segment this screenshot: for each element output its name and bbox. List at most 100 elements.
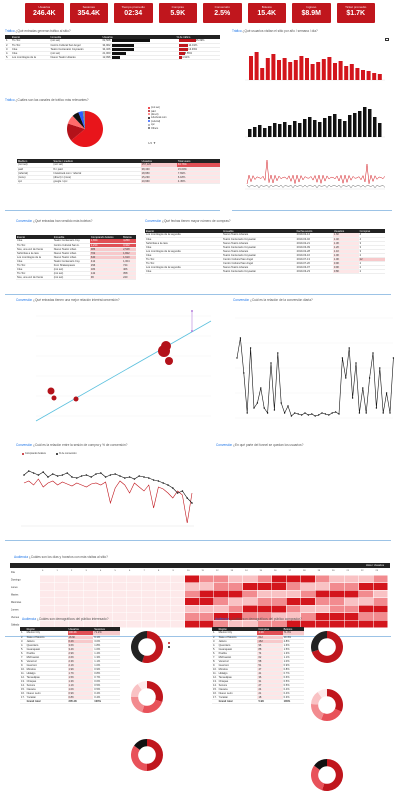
- heatmap-cell: [315, 583, 330, 590]
- scatter-point: [47, 387, 55, 395]
- heatmap-hour-label: 15: [260, 570, 263, 572]
- table-row[interactable]: Grand total 205.4K 100%: [20, 699, 120, 704]
- section-category: Tráfico: [5, 98, 15, 102]
- data-point: [37, 474, 40, 476]
- section-title: Conversión ¿Qué entradas han vendido más…: [16, 219, 92, 223]
- kpi-label: Ticket promedio: [345, 5, 367, 9]
- kpi-label: Usuarios: [38, 5, 51, 9]
- table-row[interactable]: Clue Teatro Centenario Coyoacán 2019-03-23…: [145, 269, 385, 274]
- heatmap-hour-label: 8: [158, 570, 160, 572]
- table-row[interactable]: Grand total 5.9K 100%: [212, 699, 304, 704]
- heatmap-hour-label: 20: [332, 570, 335, 572]
- data-point: [138, 475, 140, 477]
- heatmap-cell: [69, 590, 83, 598]
- heatmap-cell: [98, 575, 112, 583]
- table-cell: google / cpc: [52, 179, 141, 184]
- heatmap-cell: [301, 590, 315, 598]
- heatmap-hour-label: 0: [42, 570, 44, 572]
- users-bar: [112, 39, 151, 42]
- divider: [232, 210, 392, 211]
- heatmap-cell: [127, 575, 141, 583]
- heatmap-cell: [141, 605, 156, 613]
- data-point: [324, 413, 327, 415]
- table-row[interactable]: Nos, una vez de frente (not set) 96 240: [16, 275, 136, 280]
- expand-icon[interactable]: [385, 38, 389, 41]
- kpi-label: Conversión: [214, 5, 230, 9]
- table-row[interactable]: cpc google / cpc 10,960 4.45%: [17, 179, 220, 184]
- data-point: [114, 473, 116, 475]
- heatmap-cell: [286, 583, 301, 590]
- data-point: [304, 412, 306, 414]
- heatmap-cell: [141, 583, 156, 590]
- table-cell: 2: [358, 269, 385, 274]
- table-cell: 10.: [212, 667, 218, 672]
- table-row[interactable]: 5. Los monólogos de la Nuevo Teatro Libané…: [5, 55, 220, 61]
- heatmap-day-label: Miércoles: [11, 601, 22, 604]
- legend-swatch: [148, 127, 150, 130]
- section-question: ¿Cuáles son las canales de tráfico más r…: [15, 98, 89, 102]
- bar: [293, 60, 298, 80]
- kpi-card: Usuarios 246.4K: [25, 3, 64, 23]
- data-point: [358, 412, 361, 414]
- data-point: [345, 377, 347, 379]
- heatmap-cell: [286, 605, 301, 613]
- section-title: Conversión ¿Cuál es la relación de la co…: [233, 298, 313, 302]
- table-row[interactable]: 2. State of Mexico 612 10.4%: [212, 635, 304, 640]
- data-point: [23, 474, 25, 476]
- heatmap-cell: [83, 590, 98, 598]
- chart-legend: Comprando boletos % de conversión: [22, 452, 77, 455]
- data-point: [133, 478, 136, 480]
- heatmap-cell: [257, 583, 272, 590]
- heatmap-cell: [127, 605, 141, 613]
- bar: [355, 68, 360, 80]
- legend-swatch: [148, 116, 150, 119]
- heatmap-cell: [330, 598, 344, 605]
- heatmap-cell: [98, 590, 112, 598]
- heatmap-cell: [214, 575, 228, 583]
- heatmap-hour-label: 23: [376, 570, 379, 572]
- table-cell: Teatro Centenario Coyoacán: [221, 269, 296, 274]
- data-point: [128, 476, 131, 478]
- series-line: [23, 478, 193, 524]
- heatmap-cell: [54, 598, 69, 605]
- scatter-point: [165, 357, 173, 365]
- legend-swatch: [55, 452, 58, 455]
- heatmap-cell: [272, 605, 286, 613]
- data-point: [270, 362, 272, 364]
- heatmap-cell: [243, 590, 257, 598]
- bar: [361, 70, 365, 80]
- bar: [288, 125, 292, 137]
- data-point: [338, 413, 340, 415]
- heatmap-cell: [156, 598, 170, 605]
- heatmap-cell: [286, 598, 301, 605]
- heatmap-cell: [141, 575, 156, 583]
- bar: [318, 122, 322, 137]
- section-question: ¿En qué parte del funnel se quedan los u…: [233, 443, 304, 447]
- legend-pagination[interactable]: 1/2 ▼: [148, 141, 156, 145]
- heatmap-cell: [185, 613, 199, 620]
- heatmap-cell: [54, 575, 69, 583]
- legend-item: Comprando boletos: [22, 452, 46, 455]
- bar: [268, 126, 272, 137]
- donut-slice: [321, 708, 342, 721]
- heatmap-cell: [301, 575, 315, 583]
- heatmap-day-label: Sábado: [11, 624, 20, 627]
- heatmap-hour-label: 22: [361, 570, 364, 572]
- data-point: [290, 415, 293, 417]
- heatmap-cell: [214, 598, 228, 605]
- heatmap-cell: [330, 583, 344, 590]
- table-cell: Nuevo Teatro Libanés: [49, 55, 102, 61]
- table-cell: 4.45%: [176, 179, 220, 184]
- table-cell: Clue: [145, 269, 222, 274]
- heatmap-cell: [40, 583, 54, 590]
- total-cell: Grand total: [217, 699, 258, 704]
- heatmap-cell: [228, 605, 243, 613]
- bar: [258, 125, 262, 137]
- heatmap-cell: [373, 583, 388, 590]
- heatmap-cell: [83, 605, 98, 613]
- data-point: [385, 392, 388, 394]
- table-cell: 96: [89, 275, 123, 280]
- data-point: [277, 352, 279, 354]
- heatmap-cell: [156, 613, 170, 620]
- kpi-card: Boletos 15.4K: [247, 3, 286, 23]
